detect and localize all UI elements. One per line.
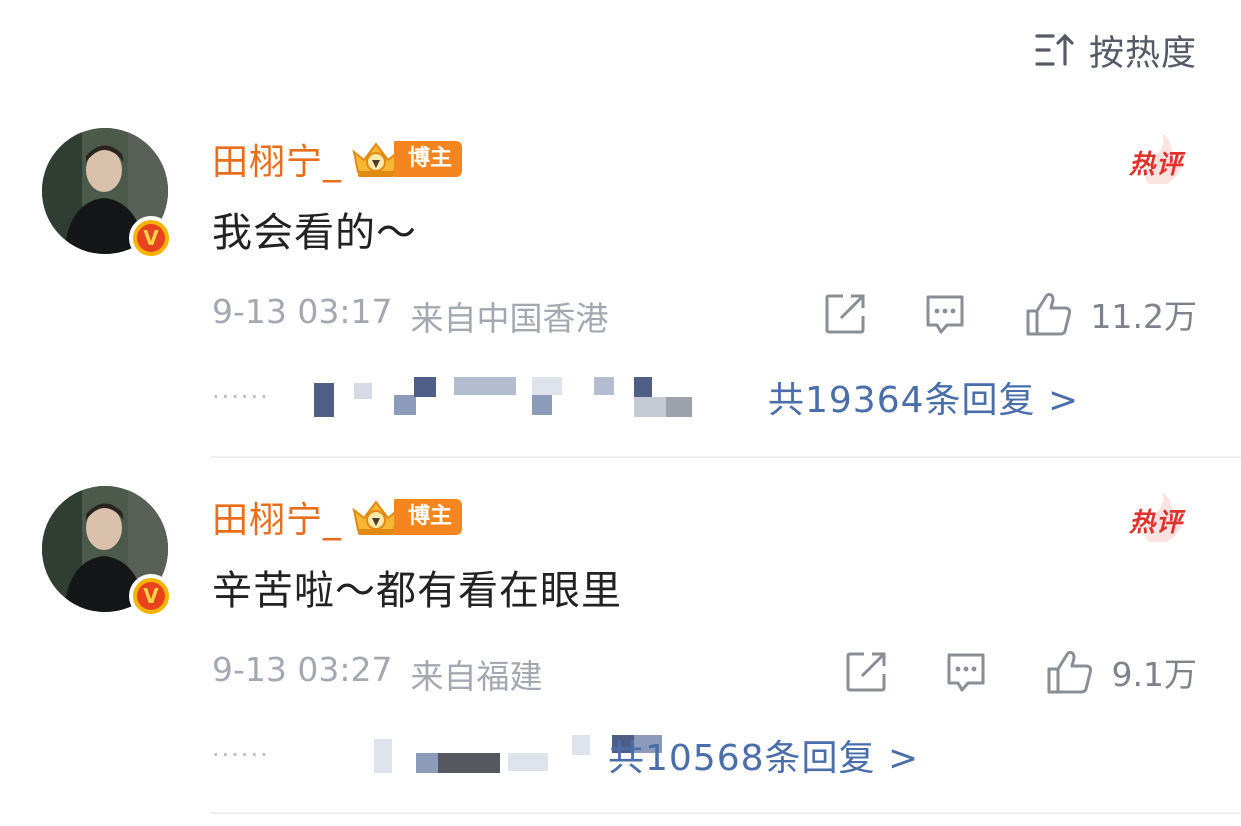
comment-date: 9-13 03:27 [212,650,393,689]
thumbs-up-icon [1047,651,1092,694]
reply-button[interactable] [923,292,967,336]
blogger-badge-label: 博主 [394,499,463,535]
divider [210,456,1241,458]
like-count: 9.1万 [1111,655,1197,694]
verified-icon: V [129,216,173,260]
comment-location: 来自中国香港 [410,299,609,338]
ellipsis-icon: ······ [212,383,270,411]
blogger-badge: 博主 [350,138,463,180]
username[interactable]: 田栩宁_ [212,491,342,543]
sort-by-hot-button[interactable]: 按热度 [1035,26,1197,74]
comment-meta: 9-13 03:27 来自福建 [212,650,543,698]
share-button[interactable] [823,292,867,336]
comment-icon [926,295,964,334]
blogger-badge-label: 博主 [394,141,463,177]
verified-icon: V [129,574,173,618]
comment-icon [947,653,985,692]
hot-comment-tag: 热评 [1119,130,1197,190]
ellipsis-icon: ······ [212,741,270,769]
comment-text: 辛苦啦～都有看在眼里 [212,568,622,614]
comment-location: 来自福建 [410,657,543,696]
like-button[interactable]: 9.1万 [1046,648,1197,696]
view-replies-link[interactable]: 共19364条回复 > [768,371,1079,423]
reply-button[interactable] [944,650,988,694]
blogger-badge: 博主 [350,496,463,538]
reply-preview-redacted [308,377,768,417]
reply-preview[interactable]: ······ 共10568条回复 > [212,729,1112,781]
hot-comment-tag: 热评 [1119,488,1197,548]
view-replies-link[interactable]: 共10568条回复 > [608,729,919,781]
comment-meta: 9-13 03:17 来自中国香港 [212,292,609,340]
share-button[interactable] [844,650,888,694]
comment-text: 我会看的～ [212,210,417,256]
thumbs-up-icon [1026,293,1071,336]
divider [210,812,1241,814]
reply-preview[interactable]: ······ 共19364条回复 > [212,371,1112,423]
username[interactable]: 田栩宁_ [212,133,342,185]
comment-date: 9-13 03:17 [212,292,393,331]
share-icon [825,294,865,334]
sort-label: 按热度 [1088,33,1197,74]
sort-icon [1035,33,1074,66]
like-button[interactable]: 11.2万 [1025,290,1197,338]
share-icon [846,652,886,692]
like-count: 11.2万 [1090,297,1197,336]
